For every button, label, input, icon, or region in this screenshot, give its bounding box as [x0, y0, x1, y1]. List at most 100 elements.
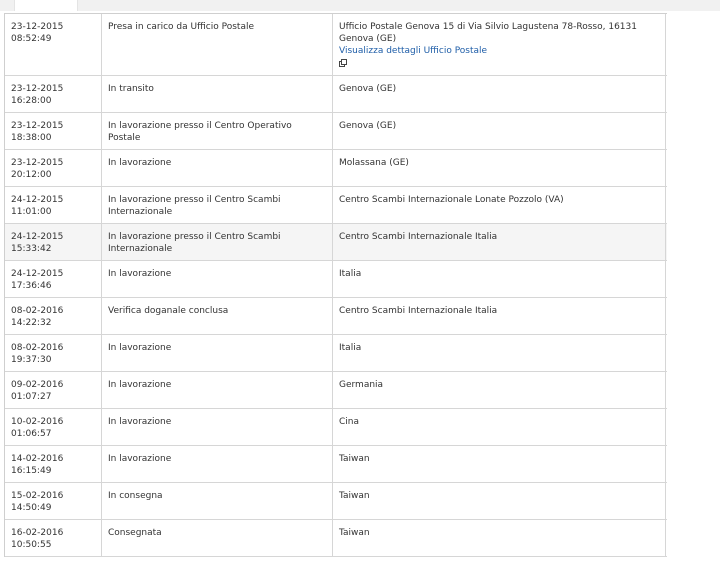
place-cell: Taiwan [333, 520, 666, 556]
top-tab-bar [0, 0, 720, 11]
status-cell: In consegna [102, 483, 333, 519]
tracking-history-table: 23-12-2015 08:52:49 Presa in carico da U… [4, 13, 667, 557]
event-status: In lavorazione [108, 454, 172, 464]
date-cell: 24-12-2015 15:33:42 [5, 224, 102, 260]
event-date: 08-02-2016 [11, 343, 64, 353]
table-row: 24-12-2015 11:01:00 In lavorazione press… [5, 187, 667, 224]
event-status: Verifica doganale conclusa [108, 306, 229, 316]
status-cell: In lavorazione [102, 261, 333, 297]
place-cell: Genova (GE) [333, 76, 666, 112]
date-cell: 10-02-2016 01:06:57 [5, 409, 102, 445]
event-place: Genova (GE) [339, 84, 397, 94]
date-cell: 23-12-2015 16:28:00 [5, 76, 102, 112]
place-cell: Cina [333, 409, 666, 445]
status-cell: In lavorazione [102, 150, 333, 186]
date-cell: 23-12-2015 20:12:00 [5, 150, 102, 186]
event-place: Molassana (GE) [339, 158, 409, 168]
place-cell: Centro Scambi Internazionale Italia [333, 298, 666, 334]
table-row: 10-02-2016 01:06:57 In lavorazione Cina [5, 409, 667, 446]
place-cell: Taiwan [333, 446, 666, 482]
external-link-icon[interactable] [339, 59, 347, 67]
event-place: Italia [339, 269, 362, 279]
event-time: 15:33:42 [11, 244, 52, 254]
event-time: 11:01:00 [11, 207, 52, 217]
place-cell: Centro Scambi Internazionale Italia [333, 224, 666, 260]
place-cell: Genova (GE) [333, 113, 666, 149]
event-status: Presa in carico da Ufficio Postale [108, 22, 254, 32]
event-status: In transito [108, 84, 154, 94]
event-date: 10-02-2016 [11, 417, 64, 427]
status-cell: In lavorazione [102, 372, 333, 408]
event-status: Consegnata [108, 528, 162, 538]
event-status: In consegna [108, 491, 163, 501]
place-cell: Italia [333, 335, 666, 371]
date-cell: 24-12-2015 11:01:00 [5, 187, 102, 223]
event-date: 24-12-2015 [11, 195, 64, 205]
event-time: 19:37:30 [11, 355, 52, 365]
post-office-details-link[interactable]: Visualizza dettagli Ufficio Postale [339, 45, 659, 57]
event-time: 16:28:00 [11, 96, 52, 106]
event-status: In lavorazione presso il Centro Scambi I… [108, 195, 281, 217]
place-cell: Centro Scambi Internazionale Lonate Pozz… [333, 187, 666, 223]
event-time: 18:38:00 [11, 133, 52, 143]
event-date: 23-12-2015 [11, 121, 64, 131]
active-tab[interactable] [14, 0, 78, 11]
event-date: 16-02-2016 [11, 528, 64, 538]
event-time: 14:22:32 [11, 318, 52, 328]
status-cell: Consegnata [102, 520, 333, 556]
event-place: Centro Scambi Internazionale Italia [339, 232, 498, 242]
event-date: 24-12-2015 [11, 269, 64, 279]
date-cell: 23-12-2015 18:38:00 [5, 113, 102, 149]
event-date: 23-12-2015 [11, 84, 64, 94]
date-cell: 24-12-2015 17:36:46 [5, 261, 102, 297]
status-cell: In transito [102, 76, 333, 112]
table-row: 24-12-2015 15:33:42 In lavorazione press… [5, 224, 667, 261]
event-status: In lavorazione [108, 158, 172, 168]
place-cell: Italia [333, 261, 666, 297]
date-cell: 09-02-2016 01:07:27 [5, 372, 102, 408]
event-date: 08-02-2016 [11, 306, 64, 316]
event-place: Taiwan [339, 491, 370, 501]
status-cell: In lavorazione [102, 446, 333, 482]
table-row: 15-02-2016 14:50:49 In consegna Taiwan [5, 483, 667, 520]
event-time: 16:15:49 [11, 466, 52, 476]
table-row: 23-12-2015 16:28:00 In transito Genova (… [5, 76, 667, 113]
event-time: 08:52:49 [11, 34, 52, 44]
status-cell: Verifica doganale conclusa [102, 298, 333, 334]
event-place: Germania [339, 380, 384, 390]
place-cell: Ufficio Postale Genova 15 di Via Silvio … [333, 14, 666, 75]
date-cell: 08-02-2016 14:22:32 [5, 298, 102, 334]
event-status: In lavorazione presso il Centro Scambi I… [108, 232, 281, 254]
table-row: 23-12-2015 18:38:00 In lavorazione press… [5, 113, 667, 150]
event-time: 14:50:49 [11, 503, 52, 513]
date-cell: 14-02-2016 16:15:49 [5, 446, 102, 482]
place-cell: Germania [333, 372, 666, 408]
event-date: 15-02-2016 [11, 491, 64, 501]
event-status: In lavorazione [108, 380, 172, 390]
table-row: 09-02-2016 01:07:27 In lavorazione Germa… [5, 372, 667, 409]
date-cell: 23-12-2015 08:52:49 [5, 14, 102, 75]
event-time: 17:36:46 [11, 281, 52, 291]
table-row: 16-02-2016 10:50:55 Consegnata Taiwan [5, 520, 667, 557]
table-row: 14-02-2016 16:15:49 In lavorazione Taiwa… [5, 446, 667, 483]
date-cell: 15-02-2016 14:50:49 [5, 483, 102, 519]
event-place: Ufficio Postale Genova 15 di Via Silvio … [339, 22, 637, 44]
status-cell: In lavorazione presso il Centro Operativ… [102, 113, 333, 149]
event-time: 20:12:00 [11, 170, 52, 180]
status-cell: Presa in carico da Ufficio Postale [102, 14, 333, 75]
event-status: In lavorazione [108, 417, 172, 427]
table-row: 24-12-2015 17:36:46 In lavorazione Itali… [5, 261, 667, 298]
place-cell: Molassana (GE) [333, 150, 666, 186]
event-time: 01:06:57 [11, 429, 52, 439]
event-place: Italia [339, 343, 362, 353]
event-place: Cina [339, 417, 360, 427]
table-row: 08-02-2016 19:37:30 In lavorazione Itali… [5, 335, 667, 372]
event-status: In lavorazione [108, 343, 172, 353]
event-time: 01:07:27 [11, 392, 52, 402]
table-row: 23-12-2015 08:52:49 Presa in carico da U… [5, 14, 667, 76]
event-date: 24-12-2015 [11, 232, 64, 242]
event-time: 10:50:55 [11, 540, 52, 550]
table-row: 08-02-2016 14:22:32 Verifica doganale co… [5, 298, 667, 335]
event-status: In lavorazione [108, 269, 172, 279]
event-place: Centro Scambi Internazionale Lonate Pozz… [339, 195, 564, 205]
